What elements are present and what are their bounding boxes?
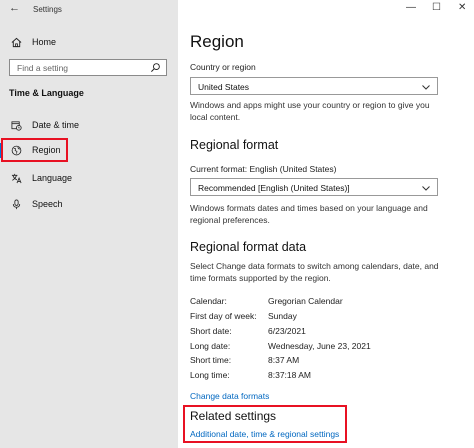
maximize-icon[interactable]: ☐ (432, 2, 441, 13)
sidebar-item-label: Language (32, 173, 73, 183)
format-data-heading: Regional format data (190, 240, 307, 254)
search-icon (150, 61, 161, 79)
sidebar-item-label: Speech (32, 199, 63, 209)
format-row: Short time: 8:37 AM (190, 355, 299, 365)
format-row: Long time: 8:37:18 AM (190, 370, 311, 380)
country-value: United States (198, 82, 250, 92)
minimize-icon[interactable]: — (406, 2, 416, 13)
sidebar: ← Settings Home Find a setting Time & La… (0, 0, 178, 448)
format-key: First day of week: (190, 311, 257, 321)
format-value: Wednesday, June 23, 2021 (268, 341, 371, 351)
window-title: Settings (33, 5, 62, 14)
format-row: Short date: 6/23/2021 (190, 326, 306, 336)
change-data-formats-link[interactable]: Change data formats (190, 391, 269, 401)
country-dropdown[interactable]: United States (190, 77, 438, 95)
regional-format-heading: Regional format (190, 138, 279, 152)
page-title: Region (190, 32, 244, 51)
language-icon (8, 173, 24, 184)
format-value: 6/23/2021 (268, 326, 306, 336)
format-key: Long time: (190, 370, 230, 380)
format-row: Long date: Wednesday, June 23, 2021 (190, 341, 371, 351)
sidebar-section-heading: Time & Language (9, 88, 84, 98)
sidebar-item-speech[interactable]: Speech (0, 194, 178, 214)
format-description: Windows formats dates and times based on… (190, 203, 428, 225)
sidebar-item-date-time[interactable]: Date & time (0, 115, 178, 135)
highlight-box-region (1, 138, 68, 162)
format-value: 8:37:18 AM (268, 370, 312, 380)
format-value: Gregorian Calendar (268, 296, 343, 306)
format-key: Short time: (190, 355, 232, 365)
search-placeholder: Find a setting (17, 63, 69, 73)
microphone-icon (8, 199, 24, 210)
chevron-down-icon (421, 80, 431, 98)
close-icon[interactable]: ✕ (458, 2, 466, 13)
chevron-down-icon (421, 181, 431, 199)
format-value: 8:37 AM (268, 355, 300, 365)
format-key: Calendar: (190, 296, 227, 306)
country-label: Country or region (190, 62, 256, 72)
format-row: First day of week: Sunday (190, 311, 297, 321)
main-content: — ☐ ✕ Region Country or region United St… (178, 0, 474, 448)
title-bar: ← Settings (0, 0, 178, 18)
current-format-label: Current format: English (United States) (190, 164, 337, 174)
format-key: Short date: (190, 326, 232, 336)
format-row: Calendar: Gregorian Calendar (190, 296, 343, 306)
format-value: Recommended [English (United States)] (198, 183, 350, 193)
sidebar-item-home[interactable]: Home (0, 32, 178, 52)
format-key: Long date: (190, 341, 231, 351)
format-dropdown[interactable]: Recommended [English (United States)] (190, 178, 438, 196)
format-value: Sunday (268, 311, 297, 321)
sidebar-item-label: Date & time (32, 120, 80, 130)
sidebar-item-language[interactable]: Language (0, 168, 178, 188)
country-description: Windows and apps might use your country … (190, 100, 430, 122)
back-arrow-icon[interactable]: ← (9, 2, 20, 14)
search-input[interactable]: Find a setting (9, 59, 167, 76)
sidebar-item-label: Home (32, 37, 57, 47)
format-data-description: Select Change data formats to switch amo… (190, 261, 439, 283)
highlight-box-related (183, 405, 347, 443)
calendar-clock-icon (8, 120, 24, 131)
home-icon (8, 37, 24, 48)
